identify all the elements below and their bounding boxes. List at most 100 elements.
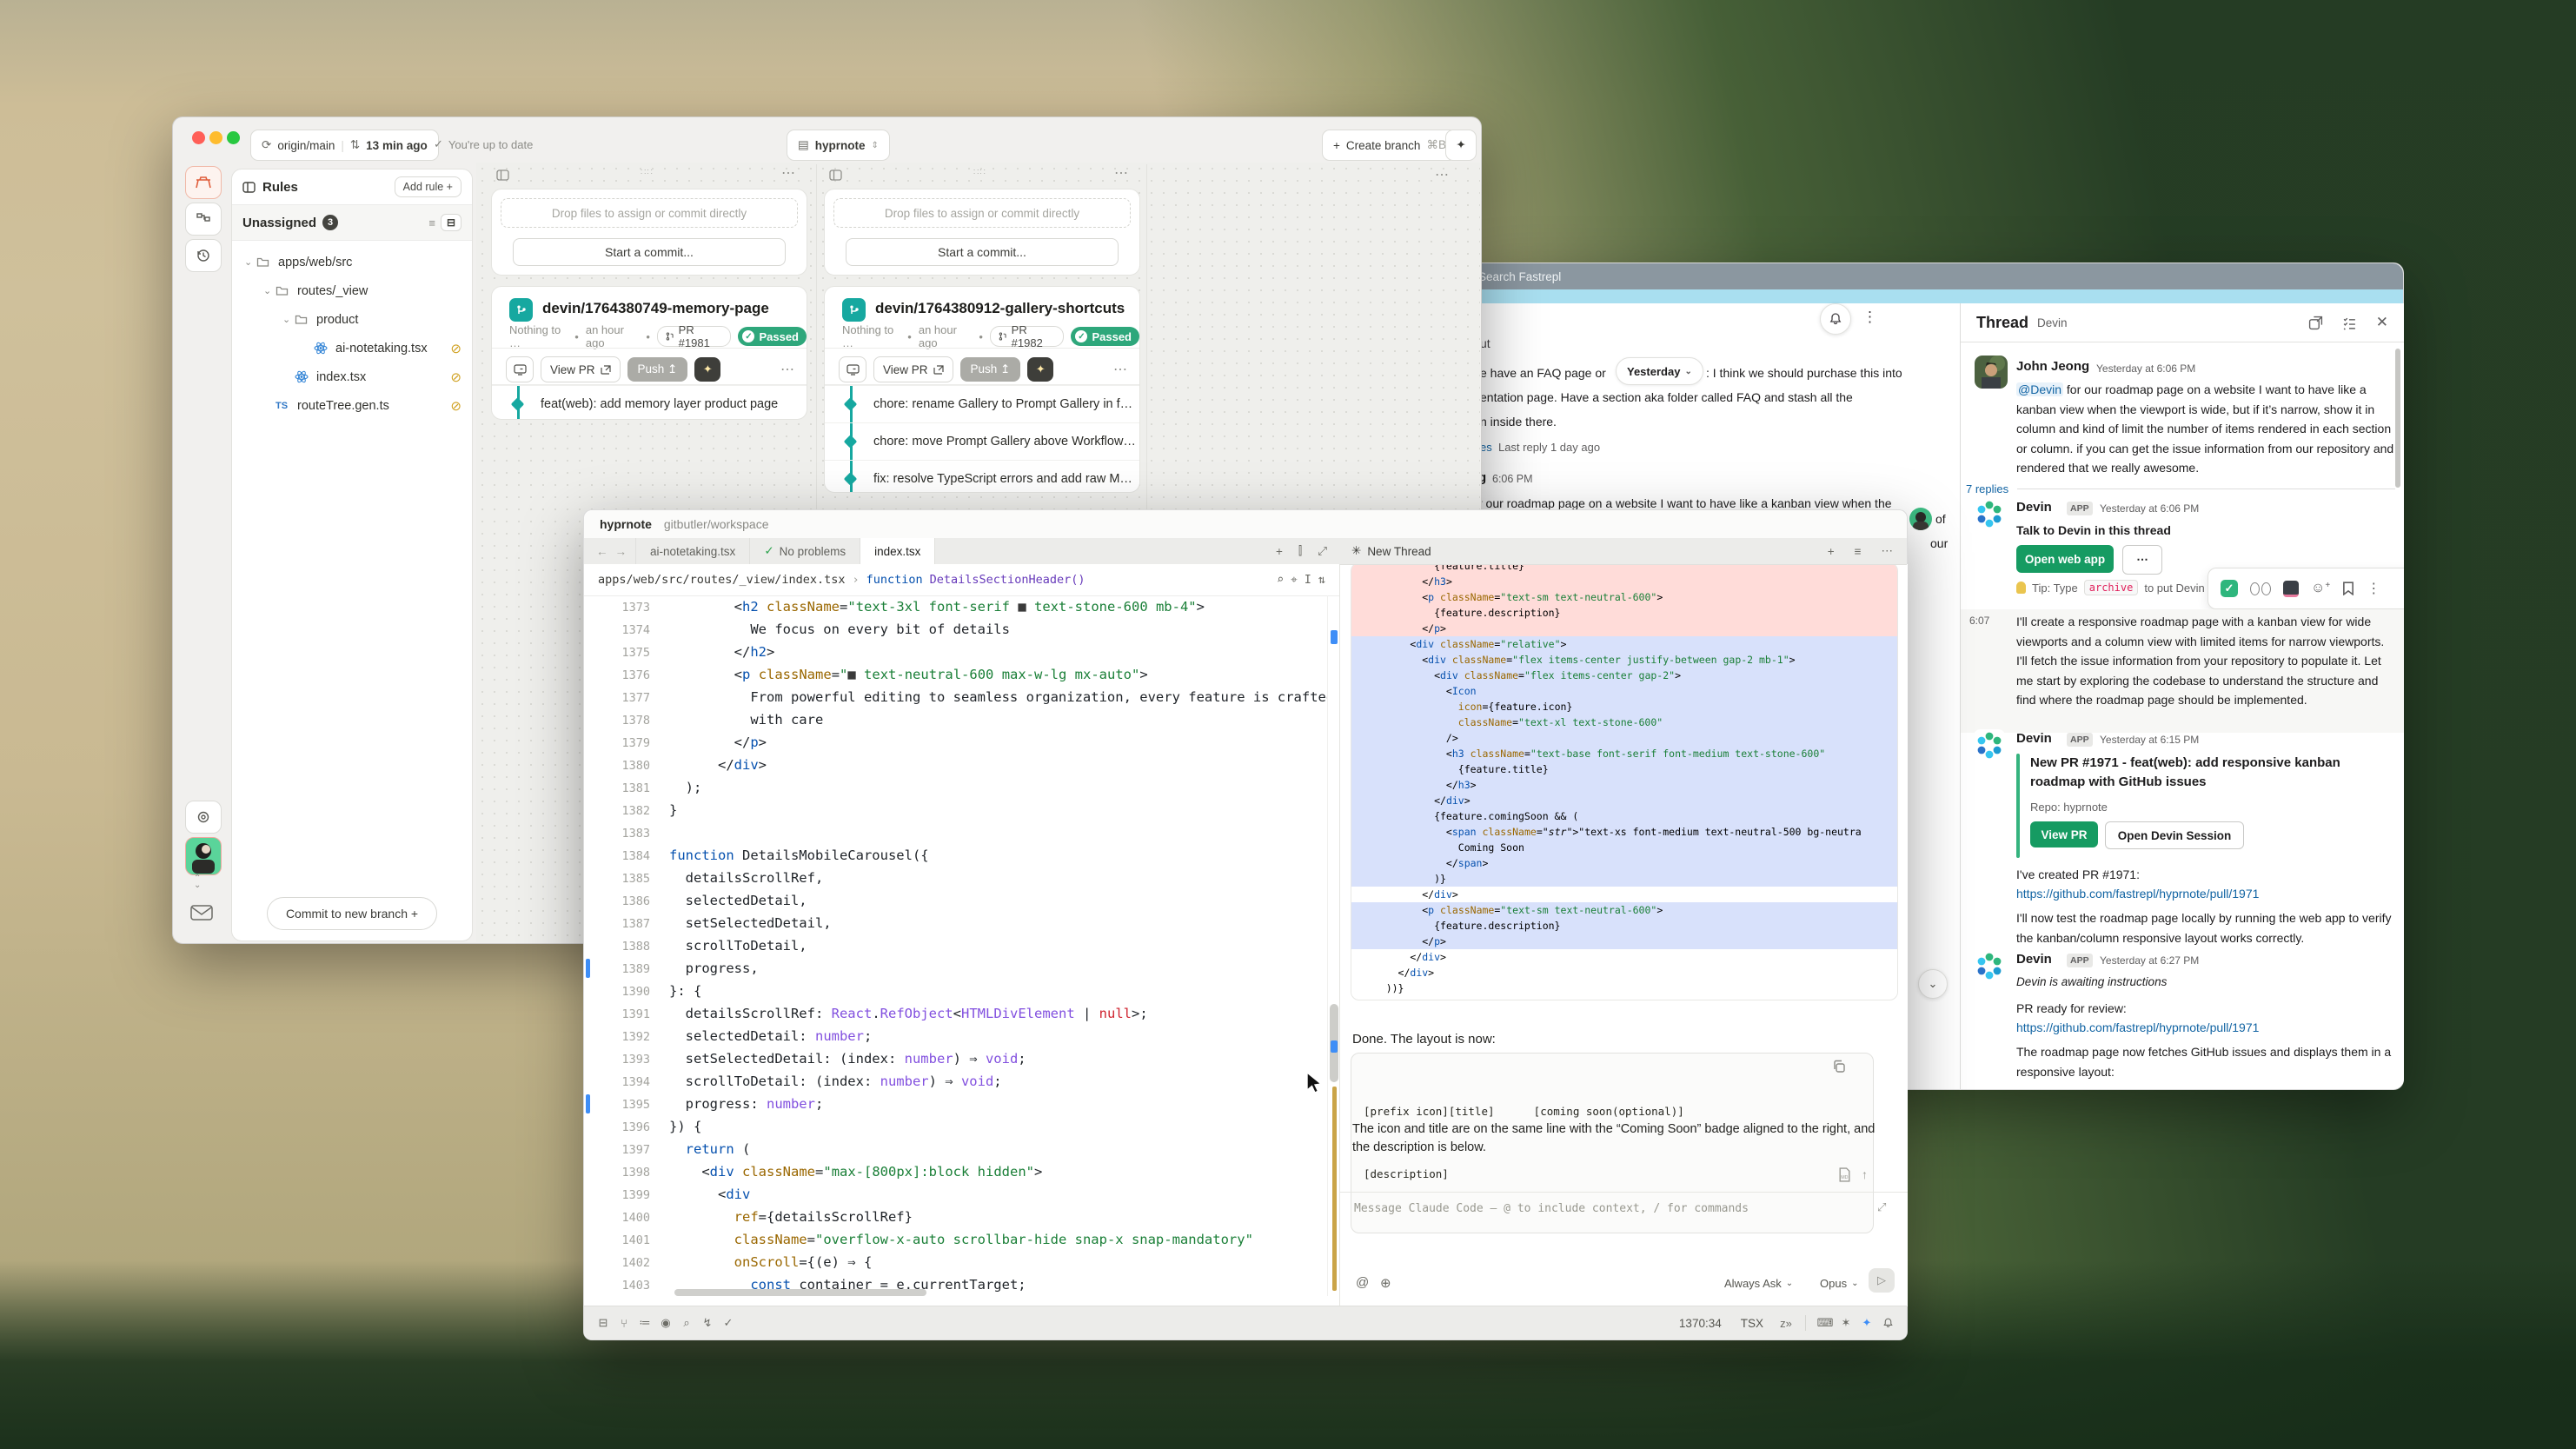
branch-ai-button[interactable]: ✦ <box>694 357 720 382</box>
lane-drag-handle[interactable]: ∷∷ <box>973 168 986 177</box>
code-line[interactable]: 1379 </p> <box>584 731 1327 754</box>
minimize-window-button[interactable] <box>209 131 222 144</box>
expand-icon[interactable]: ⤢ <box>1310 544 1339 558</box>
checklist-icon[interactable] <box>2342 316 2357 330</box>
lane-drag-handle[interactable]: ∷∷ <box>641 168 654 177</box>
technologist-reaction-icon[interactable] <box>2283 581 2299 597</box>
branch-ai-button[interactable]: ✦ <box>1027 357 1053 382</box>
pr-title[interactable]: New PR #1971 - feat(web): add responsive… <box>2030 754 2387 792</box>
breadcrumb[interactable]: apps/web/src/routes/_view/index.tsx › fu… <box>584 564 1339 596</box>
channel-replies-link[interactable]: es Last reply 1 day ago <box>1480 441 1600 454</box>
panel-toggle-icon[interactable]: ⊟ <box>593 1316 614 1330</box>
push-button[interactable]: Push ↥ <box>960 357 1021 382</box>
history-rail-button[interactable] <box>185 239 222 272</box>
pr-link[interactable]: https://github.com/fastrepl/hyprnote/pul… <box>2016 1018 2397 1038</box>
editor-titlebar[interactable]: hyprnote gitbutler/workspace <box>584 510 1907 539</box>
open-web-app-button[interactable]: Open web app <box>2016 545 2114 573</box>
avatar-devin[interactable] <box>1973 498 2006 531</box>
code-line[interactable]: 1391 detailsScrollRef: React.RefObject<H… <box>584 1002 1327 1025</box>
view-pr-button[interactable]: View PR <box>2030 821 2098 847</box>
thread-history-icon[interactable]: ≡ <box>1848 545 1869 558</box>
code-line[interactable]: 1390}: { <box>584 980 1327 1002</box>
ci-status-badge[interactable]: ✓Passed <box>1071 327 1139 346</box>
code-line[interactable]: 1396}) { <box>584 1115 1327 1138</box>
settings-rail-button[interactable] <box>185 801 222 834</box>
add-reaction-icon[interactable]: ☺+ <box>2311 581 2330 596</box>
project-switcher[interactable]: ▤ hyprnote ⇕ <box>787 130 890 161</box>
code-line[interactable]: 1395 progress: number; <box>584 1093 1327 1115</box>
code-line[interactable]: 1374 We focus on every bit of details <box>584 618 1327 641</box>
code-line[interactable]: 1400 ref={detailsScrollRef} <box>584 1206 1327 1228</box>
code-line[interactable]: 1385 detailsScrollRef, <box>584 867 1327 889</box>
code-line[interactable]: 1384function DetailsMobileCarousel({ <box>584 844 1327 867</box>
code-line[interactable]: 1380 </div> <box>584 754 1327 776</box>
bell-icon[interactable] <box>1877 1317 1898 1329</box>
zoom-window-button[interactable] <box>227 131 240 144</box>
code-line[interactable]: 1373 <h2 className="text-3xl font-serif … <box>584 595 1327 618</box>
code-line[interactable]: 1376 <p className="■ text-neutral-600 ma… <box>584 663 1327 686</box>
lane3-more-button[interactable]: ⋯ <box>1435 166 1451 183</box>
list-view-toggle[interactable]: ≡ <box>423 215 441 231</box>
thread-scrollbar[interactable] <box>2395 349 2400 488</box>
push-button[interactable]: Push ↥ <box>627 357 688 382</box>
ai-actions-button[interactable]: ✦ <box>1445 130 1477 161</box>
account-avatar[interactable] <box>185 837 222 875</box>
pr-link[interactable]: https://github.com/fastrepl/hyprnote/pul… <box>2016 884 2397 904</box>
diagnostics-ok-icon[interactable]: ✓ <box>718 1316 739 1330</box>
tree-file-ai-notetaking.tsx[interactable]: ai-notetaking.tsx⊘ <box>232 334 472 362</box>
commit-to-new-branch-button[interactable]: Commit to new branch + <box>267 897 437 930</box>
git-branch-icon[interactable]: ⑂ <box>614 1317 634 1330</box>
code-line[interactable]: 1394 scrollToDetail: (index: number) ⇒ v… <box>584 1070 1327 1093</box>
mention-devin[interactable]: @Devin <box>2016 382 2063 396</box>
nav-forward-icon[interactable]: → <box>615 545 636 558</box>
commit-row[interactable]: fix: resolve TypeScript errors and add r… <box>825 460 1139 493</box>
avatar-devin[interactable] <box>1973 950 2006 983</box>
expand-composer-icon[interactable]: ⤢ <box>1877 1200 1886 1214</box>
create-branch-button[interactable]: + Create branch ⌘B <box>1322 130 1457 161</box>
tree-folder-product[interactable]: ⌄product <box>232 305 472 334</box>
remote-branch-pill[interactable]: ⟳ origin/main | ⇅ 13 min ago <box>250 130 439 161</box>
tree-folder-apps/web/src[interactable]: ⌄apps/web/src <box>232 248 472 276</box>
assistant-more-icon[interactable]: ⋯ <box>1875 544 1895 558</box>
code-line[interactable]: 1388 scrollToDetail, <box>584 934 1327 957</box>
outline-icon[interactable]: ≔ <box>634 1316 655 1330</box>
view-pr-button[interactable]: View PR <box>541 356 621 382</box>
tree-file-index.tsx[interactable]: index.tsx⊘ <box>232 362 472 391</box>
code-line[interactable]: 1399 <div <box>584 1183 1327 1206</box>
open-devin-session-button[interactable]: Open Devin Session <box>2105 821 2244 849</box>
code-line[interactable]: 1383 <box>584 821 1327 844</box>
code-line[interactable]: 1382} <box>584 799 1327 821</box>
tab-index-tsx[interactable]: index.tsx <box>860 538 935 564</box>
inline-assist-icon[interactable]: I <box>1305 573 1311 587</box>
replies-count[interactable]: 7 replies <box>1966 482 2008 495</box>
message-timestamp[interactable]: Yesterday at 6:06 PM <box>2100 502 2199 515</box>
markdown-file-icon[interactable]: MD <box>1838 1167 1851 1182</box>
date-jump-pill[interactable]: Yesterday⌄ <box>1616 357 1703 385</box>
check-reaction-icon[interactable]: ✓ <box>2221 580 2238 597</box>
search-all-icon[interactable]: ⌕ <box>676 1316 697 1330</box>
branch-more-button[interactable]: ⋯ <box>1113 361 1129 378</box>
branch-review-button[interactable] <box>839 356 866 382</box>
code-line[interactable]: 1386 selectedDetail, <box>584 889 1327 912</box>
sort-icon[interactable]: ⇅ <box>1318 573 1325 587</box>
code-line[interactable]: 1398 <div className="max-[800px]:block h… <box>584 1160 1327 1183</box>
code-line[interactable]: 1402 onScroll={(e) ⇒ { <box>584 1251 1327 1273</box>
lane-more-button[interactable]: ⋯ <box>1114 164 1130 182</box>
close-icon[interactable]: ✕ <box>2376 314 2388 331</box>
quick-actions-icon[interactable]: ↯ <box>697 1316 718 1330</box>
account-switcher-chevrons[interactable]: ⌃⌄ <box>194 875 201 889</box>
mention-icon[interactable]: @ <box>1356 1275 1369 1290</box>
code-line[interactable]: 1377 From powerful editing to seamless o… <box>584 686 1327 708</box>
scroll-up-icon[interactable]: ↑ <box>1862 1167 1868 1181</box>
code-line[interactable]: 1389 progress, <box>584 957 1327 980</box>
commit-row[interactable]: chore: move Prompt Gallery above Workflo… <box>825 422 1139 460</box>
code-line[interactable]: 1378 with care <box>584 708 1327 731</box>
select-icon[interactable]: ⌖ <box>1291 573 1298 587</box>
branch-name[interactable]: devin/1764380912-gallery-shortcuts <box>875 300 1125 317</box>
commit-row[interactable]: chore: rename Gallery to Prompt Gallery … <box>825 385 1139 422</box>
new-thread-icon[interactable]: + <box>1821 545 1842 558</box>
code-line[interactable]: 1397 return ( <box>584 1138 1327 1160</box>
branch-review-button[interactable] <box>506 356 534 382</box>
tree-file-routeTree.gen.ts[interactable]: TSrouteTree.gen.ts⊘ <box>232 391 472 420</box>
start-commit-button[interactable]: Start a commit... <box>846 238 1119 266</box>
